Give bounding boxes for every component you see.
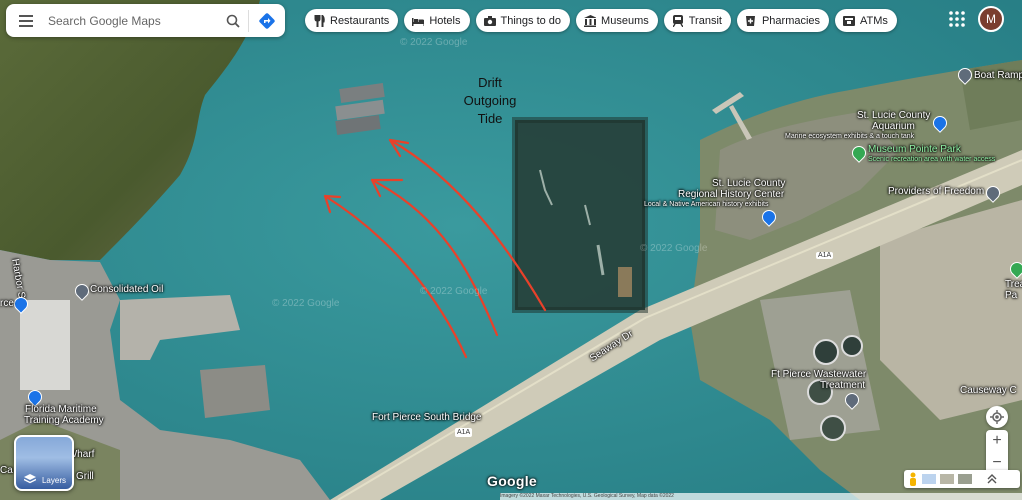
annotation-line: Tide: [477, 111, 503, 126]
aquarium-description: Marine ecosystem exhibits & a touch tank: [785, 133, 915, 140]
terrain-thumbnail[interactable]: [940, 474, 954, 484]
ca-label[interactable]: Ca: [0, 465, 13, 476]
search-input[interactable]: [46, 12, 218, 29]
chip-label: Transit: [688, 14, 722, 27]
providers-of-freedom-label[interactable]: Providers of Freedom: [888, 186, 984, 197]
category-chips: Restaurants Hotels Things to do Museums …: [305, 9, 897, 32]
zoom-control: + −: [986, 430, 1008, 474]
train-icon: [672, 14, 684, 27]
map-watermark: © 2022 Google: [420, 286, 488, 297]
trea-label[interactable]: Trea: [1005, 279, 1022, 290]
drift-annotation: Drift Outgoing Tide: [455, 74, 525, 128]
menu-icon[interactable]: [6, 4, 46, 37]
history-center-label[interactable]: Regional History Center: [678, 189, 784, 200]
chip-museums[interactable]: Museums: [576, 9, 658, 32]
chevron-up-icon[interactable]: [986, 473, 998, 485]
chip-label: Hotels: [429, 14, 461, 27]
map-watermark: © 2022 Google: [640, 243, 708, 254]
chip-transit[interactable]: Transit: [663, 9, 731, 32]
chip-pharmacies[interactable]: Pharmacies: [736, 9, 830, 32]
layers-button[interactable]: Layers: [14, 435, 74, 491]
chip-atms[interactable]: ATMs: [835, 9, 897, 32]
search-icon[interactable]: [218, 4, 248, 37]
map-watermark: © 2022 Google: [272, 298, 340, 309]
south-bridge-label[interactable]: Fort Pierce South Bridge: [372, 412, 482, 423]
consolidated-oil-label[interactable]: Consolidated Oil: [90, 284, 163, 295]
aquarium-label[interactable]: Aquarium: [872, 121, 915, 132]
annotation-line: Drift: [478, 75, 502, 90]
museum-icon: [584, 14, 597, 27]
chip-label: Museums: [601, 14, 649, 27]
directions-icon[interactable]: [249, 4, 285, 37]
apps-grid-icon[interactable]: [948, 10, 966, 28]
maritime-academy-label[interactable]: Florida Maritime: [25, 404, 97, 415]
atm-icon: [843, 15, 856, 27]
chip-hotels[interactable]: Hotels: [404, 9, 470, 32]
pill-icon: [745, 15, 757, 27]
attribution-footer: Imagery ©2022 Maxar Technologies, U.S. G…: [500, 493, 1022, 500]
search-box: [6, 4, 285, 37]
pegman-icon[interactable]: [908, 472, 918, 486]
rce-label[interactable]: rce: [0, 298, 14, 309]
zoom-in-button[interactable]: +: [986, 430, 1008, 452]
boat-ramp-label[interactable]: Boat Ramp: [974, 70, 1022, 81]
maritime-academy-label[interactable]: Training Academy: [24, 415, 104, 426]
pa-label[interactable]: Pa: [1005, 290, 1017, 301]
satellite-map[interactable]: © 2022 Google © 2022 Google © 2022 Googl…: [0, 0, 1022, 500]
location-icon[interactable]: [986, 406, 1008, 428]
chip-label: ATMs: [860, 14, 888, 27]
history-center-label[interactable]: St. Lucie County: [712, 178, 785, 189]
highway-shield: A1A: [455, 428, 473, 437]
layers-label: Layers: [41, 476, 66, 485]
museum-pointe-park-description: Scenic recreation area with water access: [868, 156, 996, 163]
chip-label: Restaurants: [330, 14, 390, 27]
aquarium-label[interactable]: St. Lucie County: [857, 110, 930, 121]
chip-label: Things to do: [500, 14, 562, 27]
wastewater-label[interactable]: Treatment: [820, 380, 865, 391]
chip-things-to-do[interactable]: Things to do: [475, 9, 571, 32]
chip-restaurants[interactable]: Restaurants: [305, 9, 399, 32]
chip-label: Pharmacies: [761, 14, 821, 27]
causeway-label[interactable]: Causeway C: [960, 385, 1017, 396]
annotation-line: Outgoing: [463, 93, 517, 108]
fork-knife-icon: [313, 14, 325, 27]
satellite-thumbnail[interactable]: [958, 474, 972, 484]
camera-icon: [483, 15, 496, 27]
map-watermark: © 2022 Google: [400, 37, 468, 48]
history-center-description: Local & Native American history exhibits: [644, 201, 769, 208]
museum-pointe-park-label[interactable]: Museum Pointe Park: [868, 144, 961, 155]
wastewater-label[interactable]: Ft Pierce Wastewater: [771, 369, 866, 380]
map-thumbnail[interactable]: [922, 474, 936, 484]
a1a-route-shield: A1A: [816, 252, 834, 259]
bed-icon: [412, 15, 425, 27]
google-logo: Google: [487, 473, 538, 489]
imagery-toggle-bar: [904, 470, 1020, 488]
avatar[interactable]: M: [978, 6, 1004, 32]
